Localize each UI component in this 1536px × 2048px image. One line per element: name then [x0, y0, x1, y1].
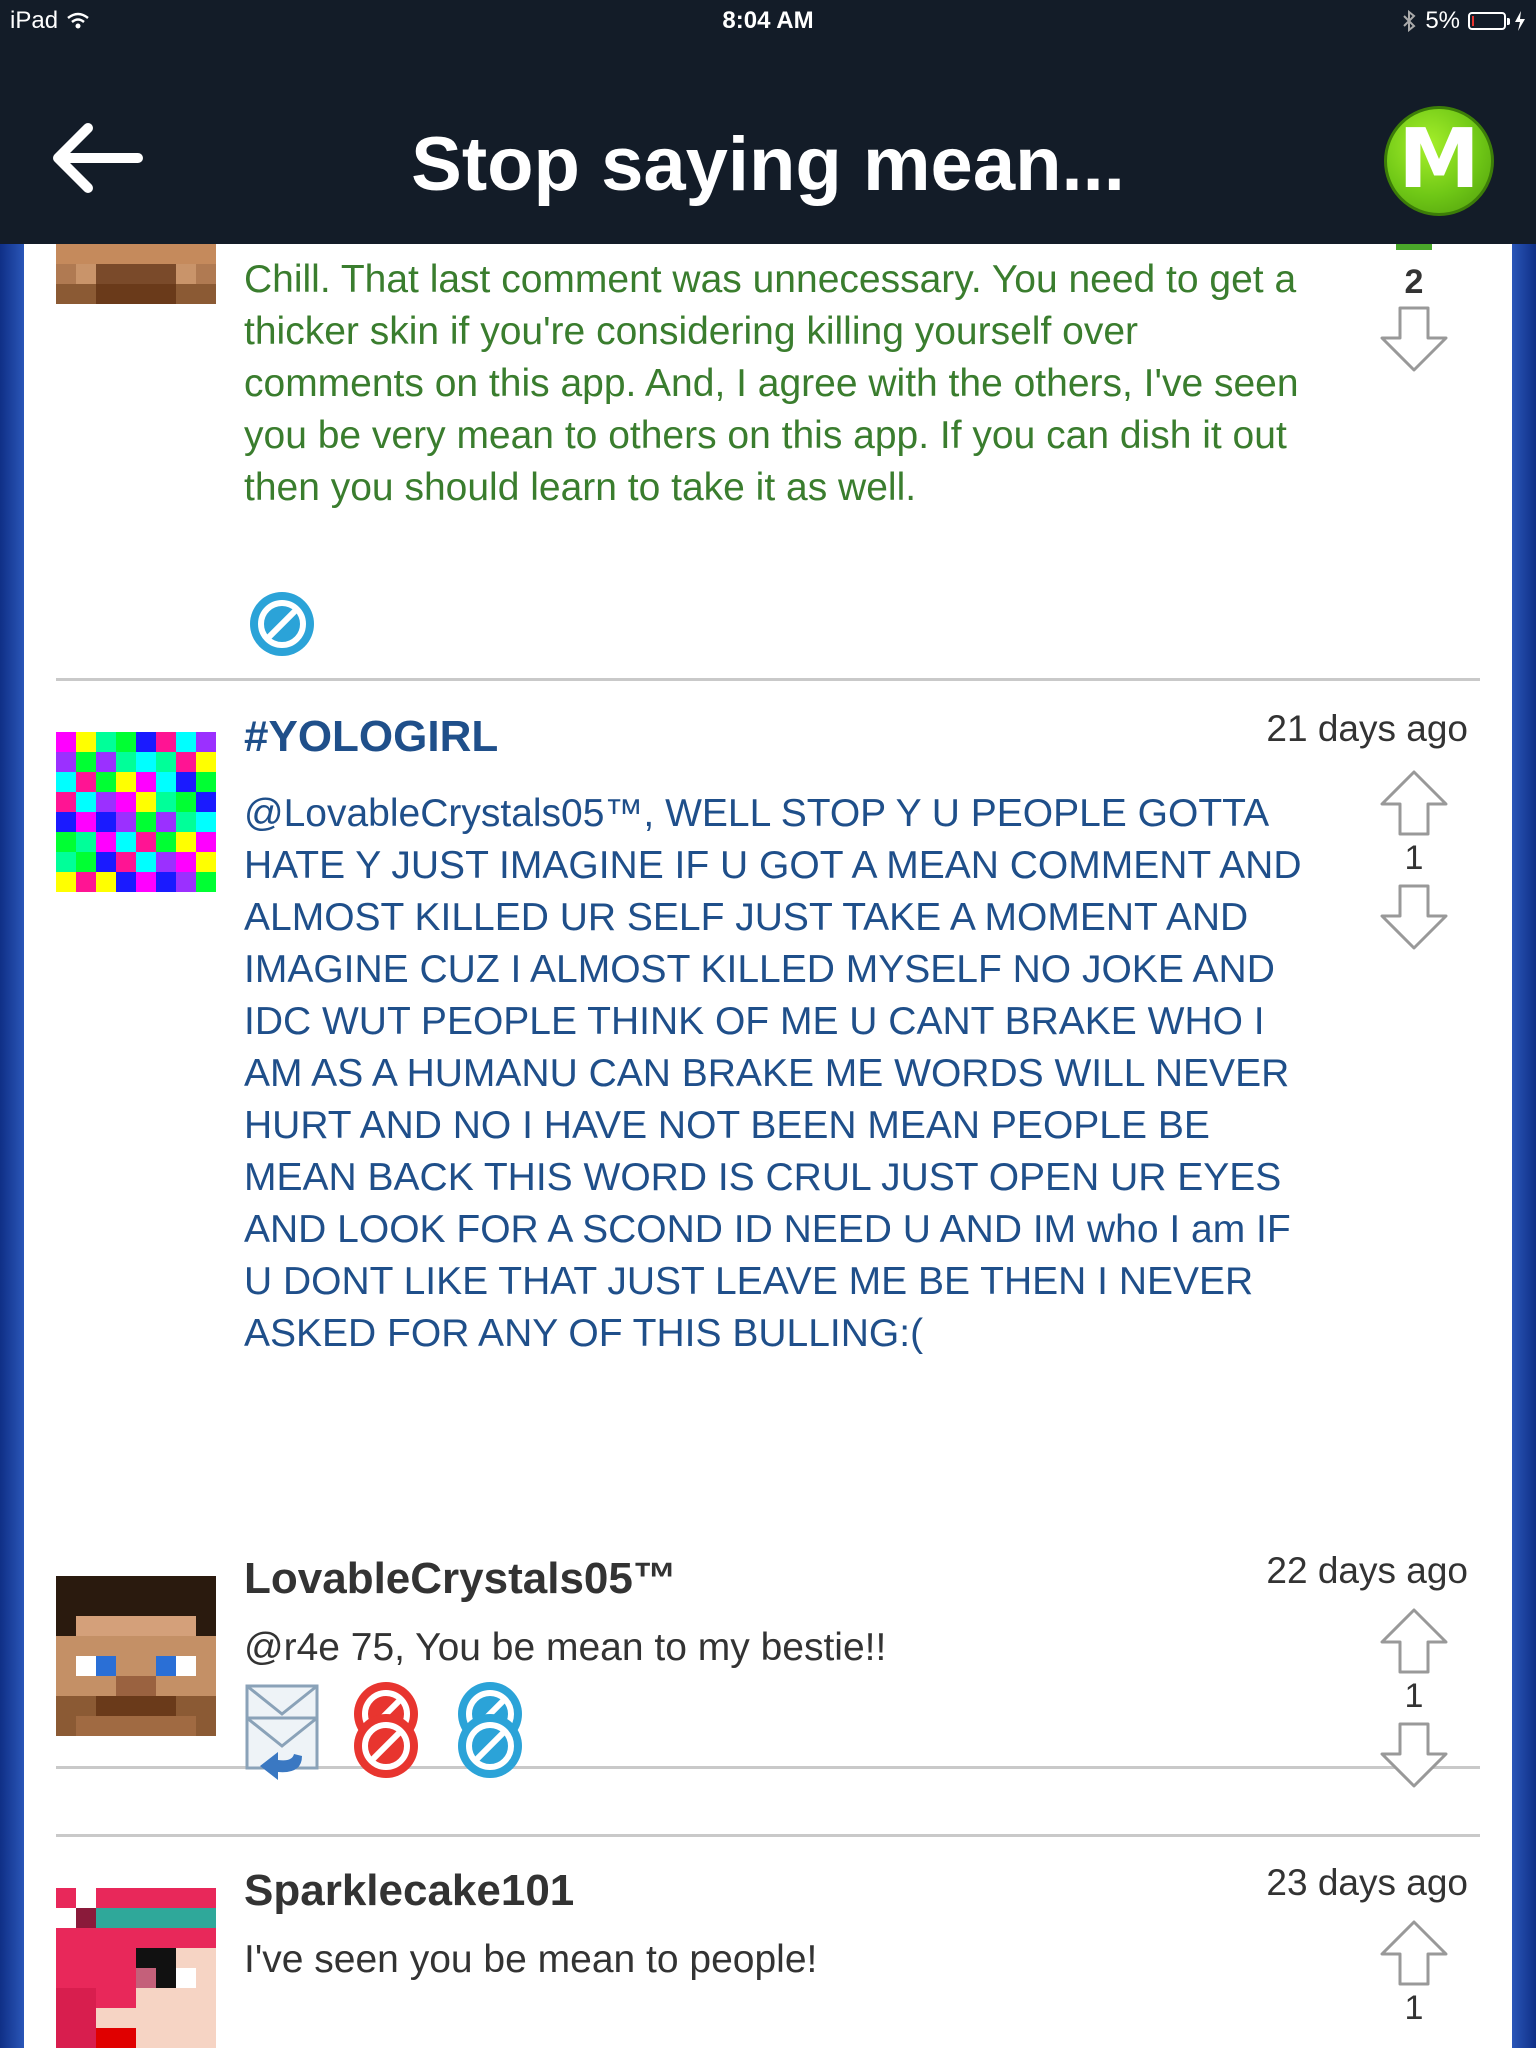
vote-score: 2 — [1404, 263, 1424, 301]
bluetooth-icon — [1403, 9, 1416, 33]
block-icon[interactable] — [452, 1710, 528, 1782]
avatar[interactable] — [56, 732, 216, 892]
vote-score: 1 — [1404, 1677, 1424, 1715]
nav-bar: Stop saying mean... M — [0, 42, 1536, 244]
block-icon[interactable] — [244, 588, 320, 660]
comment-time: 21 days ago — [1266, 708, 1468, 749]
comment-actions — [244, 1710, 528, 1782]
comment-body: I've seen you be mean to people! — [244, 1938, 818, 1981]
comment-time: 22 days ago — [1266, 1550, 1468, 1591]
arrow-down-icon[interactable] — [1376, 304, 1452, 376]
comment-actions — [244, 588, 320, 660]
report-icon[interactable] — [348, 1710, 424, 1782]
reply-envelope-icon[interactable] — [244, 1710, 320, 1782]
comment-body: @r4e 75, You be mean to my bestie!! — [244, 1626, 887, 1669]
battery-icon — [1468, 12, 1510, 30]
clock: 8:04 AM — [722, 7, 814, 34]
comment-author[interactable]: LovableCrystals05™ — [244, 1554, 677, 1604]
comment-body: @LovableCrystals05™, WELL STOP Y U PEOPL… — [244, 792, 1302, 1355]
status-bar: iPad 8:04 AM 5% — [0, 0, 1536, 42]
vote-score: 1 — [1404, 839, 1424, 877]
charging-icon — [1515, 11, 1525, 31]
divider — [56, 1834, 1480, 1837]
avatar[interactable] — [56, 1576, 216, 1736]
comment-author[interactable]: Sparklecake101 — [244, 1866, 574, 1916]
comment-author[interactable]: #YOLOGIRL — [244, 712, 498, 762]
comment-time: 23 days ago — [1266, 1862, 1468, 1903]
arrow-down-icon[interactable] — [1376, 882, 1452, 954]
comment-body: Chill. That last comment was unnecessary… — [244, 258, 1299, 509]
arrow-down-icon[interactable] — [1376, 1720, 1452, 1792]
app-logo-button[interactable]: M — [1384, 106, 1494, 216]
battery-percent: 5% — [1425, 7, 1460, 34]
vote-controls: 1 — [1374, 1916, 1454, 2030]
arrow-up-icon[interactable] — [1376, 1916, 1452, 1988]
comments-list[interactable]: Chill. That last comment was unnecessary… — [0, 244, 1536, 2048]
page-title: Stop saying mean... — [411, 122, 1125, 207]
vote-controls: 2 — [1374, 244, 1454, 376]
arrow-up-icon[interactable] — [1376, 1604, 1452, 1676]
vote-controls: 1 — [1374, 1604, 1454, 1792]
vote-controls: 1 — [1374, 766, 1454, 954]
divider — [56, 678, 1480, 681]
avatar[interactable] — [56, 244, 216, 344]
vote-score: 1 — [1404, 1989, 1424, 2027]
arrow-up-icon[interactable] — [1376, 766, 1452, 838]
avatar[interactable] — [56, 1888, 216, 2048]
